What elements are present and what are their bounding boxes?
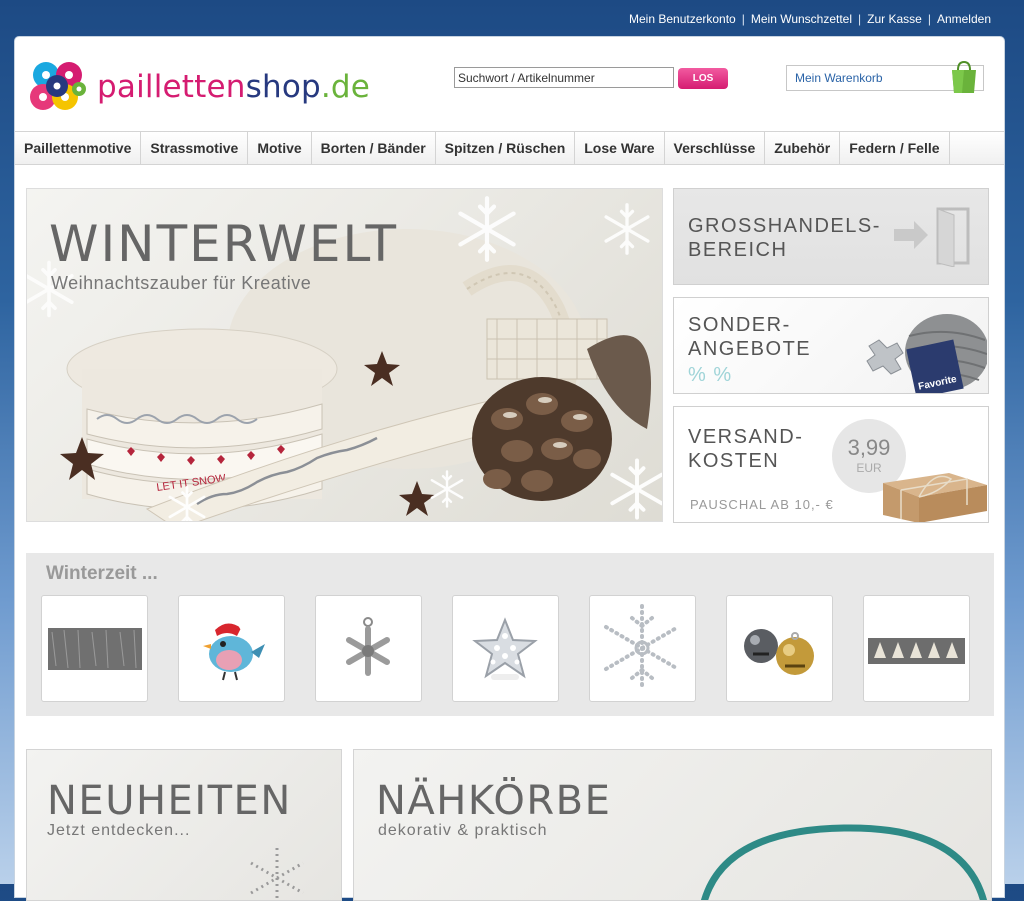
nav-item-motive[interactable]: Motive (248, 132, 312, 164)
snowflake-charm-icon (346, 617, 390, 676)
news-subtitle: Jetzt entdecken... (47, 822, 191, 839)
link-wishlist[interactable]: Mein Wunschzettel (751, 12, 852, 26)
baskets-title: NÄHKÖRBE (376, 778, 612, 824)
nav-item-zubehoer[interactable]: Zubehör (765, 132, 841, 164)
rhinestone-star-icon (472, 617, 538, 680)
news-banner[interactable]: NEUHEITEN Jetzt entdecken... (26, 749, 342, 901)
nav-item-borten-baender[interactable]: Borten / Bänder (312, 132, 436, 164)
page-container: paillettenshop.de LOS Mein Warenkorb Pai… (14, 36, 1005, 901)
product-thumb-rhinestone-star[interactable] (452, 595, 559, 702)
news-title: NEUHEITEN (47, 778, 292, 824)
link-login[interactable]: Anmelden (937, 12, 991, 26)
search-form (454, 67, 674, 88)
parcel-icon (883, 473, 987, 522)
product-thumb-jingle-bells[interactable] (726, 595, 833, 702)
shipping-title-line2: KOSTEN (688, 450, 780, 472)
winterzeit-title: Winterzeit ... (46, 563, 158, 584)
separator: | (927, 12, 931, 26)
yarn-ball-icon: Favorite (866, 314, 987, 393)
sequin-logo-icon (30, 62, 86, 110)
cart-box[interactable]: Mein Warenkorb (786, 60, 984, 93)
door-arrow-icon (894, 207, 970, 267)
separator: | (741, 12, 745, 26)
separator: | (858, 12, 862, 26)
sewing-baskets-banner[interactable]: NÄHKÖRBE dekorativ & praktisch (353, 749, 992, 901)
nav-item-strassmotive[interactable]: Strassmotive (141, 132, 249, 164)
main-nav: Paillettenmotive Strassmotive Motive Bor… (15, 131, 1004, 165)
hero-subtitle: Weihnachtszauber für Kreative (51, 273, 312, 293)
jingle-bells-icon (744, 629, 814, 675)
link-checkout[interactable]: Zur Kasse (867, 12, 922, 26)
search-button[interactable]: LOS (678, 68, 728, 89)
product-thumb-tree-ribbon[interactable] (863, 595, 970, 702)
nav-item-verschluesse[interactable]: Verschlüsse (665, 132, 766, 164)
hero-title: WINTERWELT (49, 215, 398, 273)
site-logo[interactable]: paillettenshop.de (29, 59, 370, 115)
shopping-bag-icon (952, 60, 976, 93)
wholesale-box[interactable]: GROSSHANDELS- BEREICH (673, 188, 989, 285)
rhinestone-snowflake-icon (604, 604, 680, 692)
search-input[interactable] (454, 67, 674, 88)
nav-item-lose-ware[interactable]: Lose Ware (575, 132, 665, 164)
winterzeit-section: Winterzeit ... (26, 553, 994, 716)
product-thumb-rhinestone-snowflake[interactable] (589, 595, 696, 702)
product-thumb-fur-trim[interactable] (41, 595, 148, 702)
snowflake-decoration-icon (250, 848, 304, 898)
product-thumb-bird-motif[interactable] (178, 595, 285, 702)
nav-item-paillettenmotive[interactable]: Paillettenmotive (15, 132, 142, 164)
tree-ribbon-icon (868, 638, 965, 664)
offers-title-line2: ANGEBOTE (688, 338, 812, 360)
cart-label: Mein Warenkorb (795, 71, 883, 85)
nav-item-spitzen-rueschen[interactable]: Spitzen / Rüschen (436, 132, 576, 164)
special-offers-box[interactable]: SONDER- ANGEBOTE % % Favorite (673, 297, 989, 394)
logo-text-part2: shop (245, 69, 321, 105)
wholesale-title-line2: BEREICH (688, 239, 788, 261)
shipping-note: PAUSCHAL AB 10,- € (690, 497, 834, 512)
shipping-title-line1: VERSAND- (688, 426, 804, 448)
shipping-costs-box[interactable]: VERSAND- KOSTEN 3,99 EUR PAUSCHAL AB 10,… (673, 406, 989, 523)
link-account[interactable]: Mein Benutzerkonto (629, 12, 736, 26)
nav-item-federn-felle[interactable]: Federn / Felle (840, 132, 950, 164)
fur-trim-icon (48, 628, 142, 670)
baskets-subtitle: dekorativ & praktisch (378, 822, 548, 839)
logo-text: paillettenshop.de (97, 69, 370, 105)
logo-text-part3: .de (320, 69, 371, 105)
logo-text-part1: pailletten (97, 69, 246, 105)
top-links: Mein Benutzerkonto | Mein Wunschzettel | Zur… (629, 12, 991, 26)
product-thumb-snowflake-charm[interactable] (315, 595, 422, 702)
basket-handle-icon (700, 824, 988, 900)
wholesale-title-line1: GROSSHANDELS- (688, 215, 881, 237)
offers-title-line1: SONDER- (688, 314, 791, 336)
percent-signs: % % (688, 364, 733, 386)
hero-banner-winterwelt[interactable]: LET IT SNOW WINTERWELT Weihnachtszauber … (26, 188, 663, 522)
bird-motif-icon (203, 622, 265, 681)
